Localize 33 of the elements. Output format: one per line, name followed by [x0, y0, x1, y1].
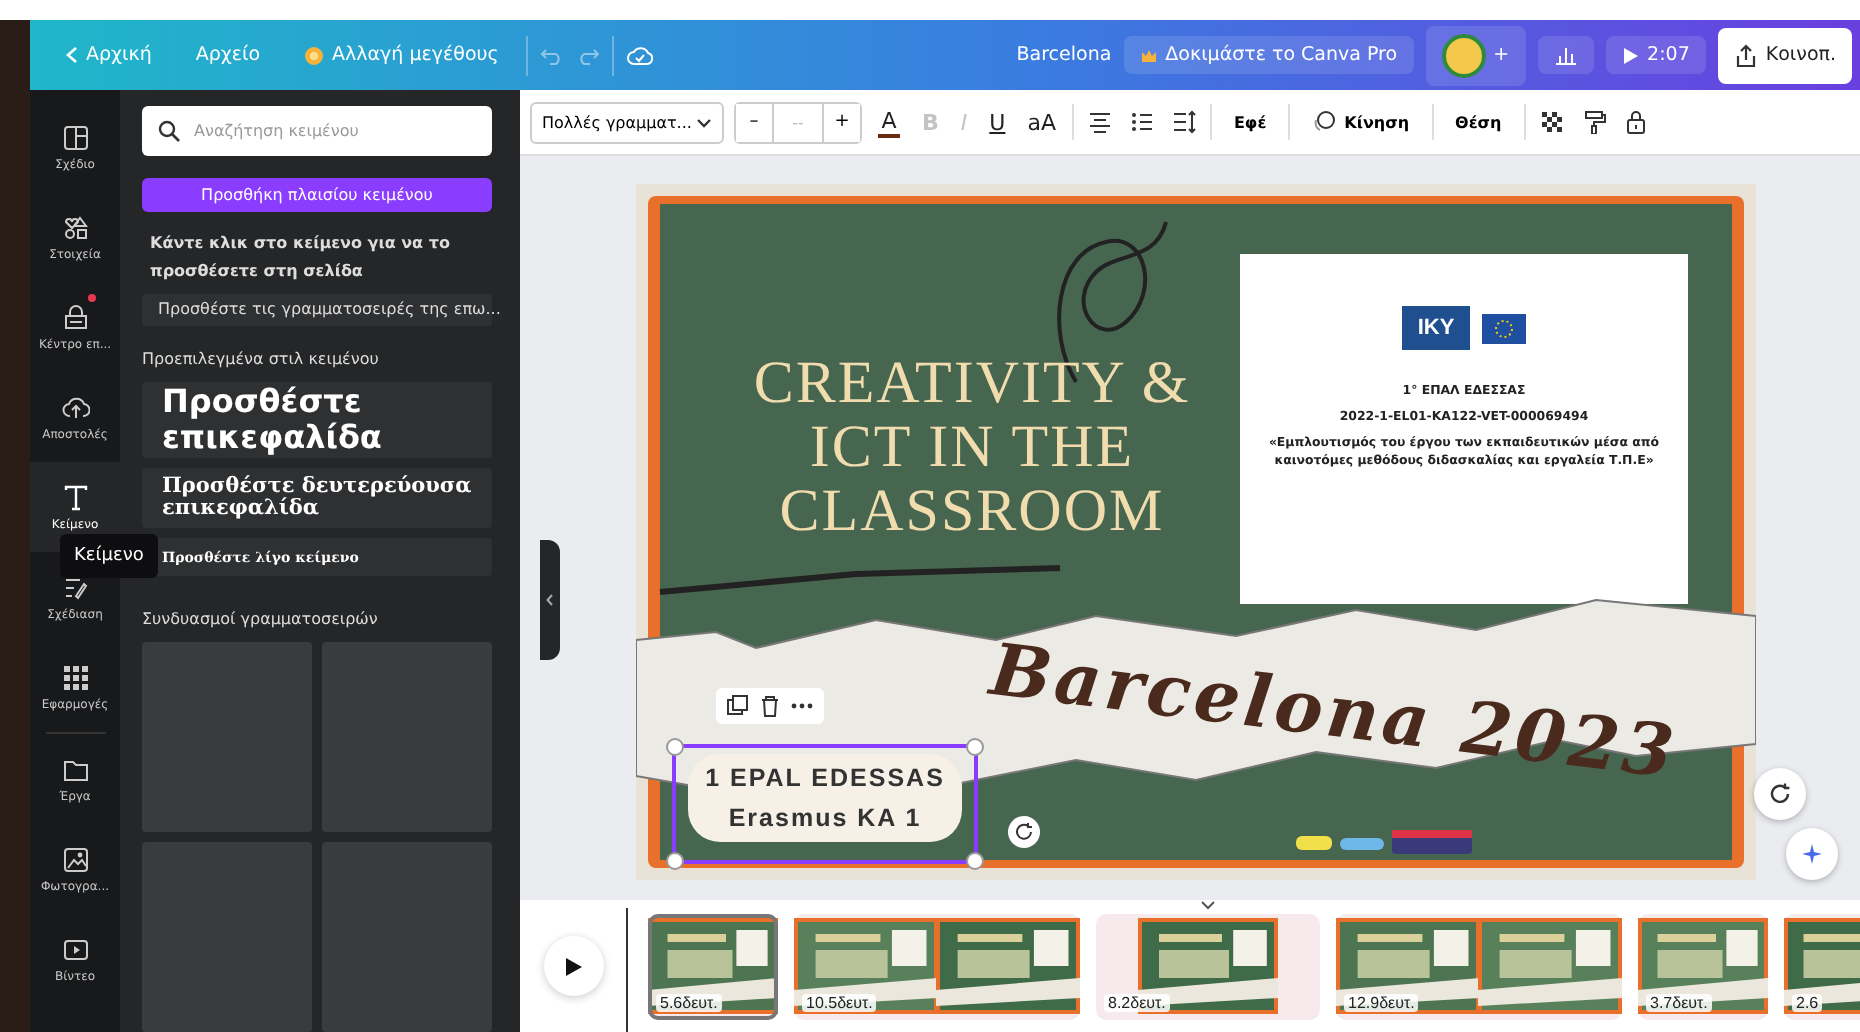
- instruction-text: Κάντε κλικ στο κείμενο για να το προσθέσετε στη σελίδα: [150, 231, 452, 284]
- page-thumbnail[interactable]: 5.6δευτ.: [648, 913, 778, 1019]
- add-text-box-button[interactable]: Προσθήκη πλαισίου κειμένου: [142, 178, 492, 212]
- share-button[interactable]: Κοινοπ.: [1717, 27, 1852, 83]
- subheading-style-button[interactable]: Προσθέστε δευτερεύουσα επικεφαλίδα: [142, 468, 492, 528]
- page-thumbnail[interactable]: 2.6: [1784, 913, 1860, 1019]
- animate-button[interactable]: Κίνηση: [1300, 104, 1422, 140]
- text-label[interactable]: 1 EPAL EDESSAS Erasmus KA 1: [688, 754, 962, 842]
- tooltip: Κείμενο: [60, 534, 158, 578]
- section-heading: Προεπιλεγμένα στιλ κειμένου: [142, 349, 381, 368]
- page-thumbnail[interactable]: 8.2δευτ.: [1096, 913, 1320, 1019]
- slide-title: CREATIVITY &: [751, 352, 1193, 416]
- page-thumbnail[interactable]: 3.7δευτ.: [1638, 913, 1768, 1019]
- page-thumbnail[interactable]: 12.9δευτ.: [1336, 913, 1622, 1019]
- search-field[interactable]: Αναζήτηση κειμένου: [142, 106, 492, 156]
- present-button[interactable]: 2:07: [1605, 36, 1706, 74]
- section-heading: Συνδυασμοί γραμματοσειρών: [142, 610, 380, 628]
- canva-pro-button[interactable]: Δοκιμάστε το Canva Pro: [1123, 36, 1414, 74]
- heading-style-button[interactable]: Προσθέστε επικεφαλίδα: [142, 381, 492, 459]
- slide-title: CLASSROOM: [777, 480, 1167, 544]
- text-color-button[interactable]: A: [872, 107, 906, 137]
- font-dropdown[interactable]: Πολλές γραμματ...: [530, 101, 724, 143]
- script-title: Barcelona 2023: [985, 628, 1682, 796]
- position-button[interactable]: Θέση: [1443, 107, 1514, 137]
- iky-logo: IKY: [1401, 306, 1471, 350]
- share-people-button[interactable]: +: [1425, 25, 1526, 85]
- letter-case-button[interactable]: aA: [1021, 109, 1062, 135]
- duration-label: 8.2δευτ.: [1104, 993, 1170, 1011]
- design-title[interactable]: Barcelona: [1016, 44, 1112, 66]
- underline-button[interactable]: U: [983, 109, 1012, 135]
- effects-button[interactable]: Εφέ: [1221, 107, 1279, 137]
- slide-title: ICT IN THE: [807, 416, 1137, 480]
- page-thumbnail[interactable]: 10.5δευτ.: [794, 913, 1080, 1019]
